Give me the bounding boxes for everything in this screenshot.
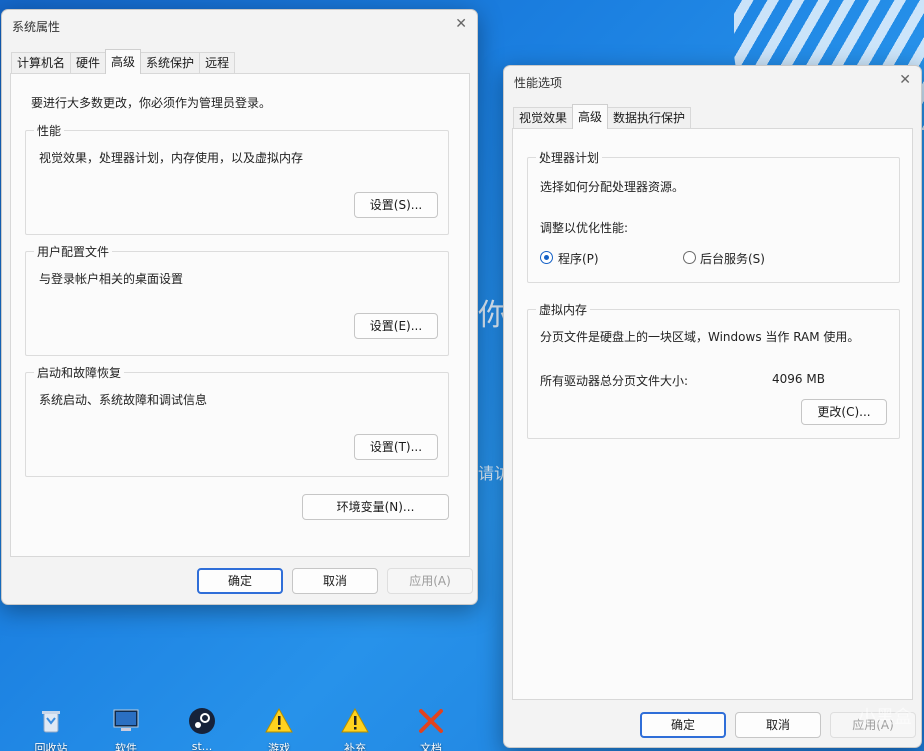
desktop-icon-recycle-bin[interactable]: 回收站 (21, 706, 81, 751)
performance-options-window: 性能选项 ✕ 视觉效果 高级 数据执行保护 处理器计划 选择如何分配处理器资源。… (503, 65, 922, 748)
desktop-icon-label: 回收站 (34, 742, 68, 751)
desktop-icon-label: 游戏 (268, 742, 290, 751)
user-profiles-group: 用户配置文件 与登录帐户相关的桌面设置 设置(E)... (25, 243, 449, 356)
startup-recovery-group: 启动和故障恢复 系统启动、系统故障和调试信息 设置(T)... (25, 364, 449, 477)
desktop-icon-label: st... (191, 740, 213, 751)
window-title: 性能选项 (514, 76, 563, 90)
title-bar: 性能选项 ✕ (504, 66, 921, 96)
total-paging-label: 所有驱动器总分页文件大小: (540, 374, 689, 388)
system-properties-window: 系统属性 ✕ 计算机名 硬件 高级 系统保护 远程 要进行大多数更改，你必须作为… (1, 9, 478, 605)
services-radio[interactable] (683, 251, 696, 264)
tab-hardware[interactable]: 硬件 (70, 52, 107, 74)
processor-desc: 选择如何分配处理器资源。 (540, 180, 685, 194)
desktop-icon-label: 文档 (420, 742, 442, 751)
virtual-memory-group: 虚拟内存 分页文件是硬盘上的一块区域，Windows 当作 RAM 使用。 所有… (527, 301, 900, 439)
tab-advanced[interactable]: 高级 (572, 104, 609, 129)
virtual-memory-title: 虚拟内存 (536, 301, 591, 318)
desktop-icon-docs[interactable]: 文档 (401, 706, 461, 751)
desktop-icon-label: 补充 (344, 742, 366, 751)
close-icon[interactable]: ✕ (899, 72, 911, 88)
tab-visual-effects[interactable]: 视觉效果 (513, 107, 574, 129)
performance-desc: 视觉效果，处理器计划，内存使用，以及虚拟内存 (39, 151, 304, 165)
software-icon (111, 706, 141, 736)
startup-recovery-settings-button[interactable]: 设置(T)... (354, 434, 438, 460)
recycle-bin-icon (36, 706, 66, 736)
tab-system-protection[interactable]: 系统保护 (140, 52, 201, 74)
processor-title: 处理器计划 (536, 149, 603, 166)
advanced-panel: 要进行大多数更改，你必须作为管理员登录。 性能 视觉效果，处理器计划，内存使用，… (10, 73, 470, 557)
tab-dep[interactable]: 数据执行保护 (607, 107, 692, 129)
programs-label[interactable]: 程序(P) (558, 250, 599, 267)
adjust-label: 调整以优化性能: (540, 221, 629, 235)
total-paging-value: 4096 MB (772, 372, 825, 386)
cancel-button[interactable]: 取消 (735, 712, 821, 738)
performance-title: 性能 (34, 122, 65, 139)
startup-recovery-desc: 系统启动、系统故障和调试信息 (39, 393, 208, 407)
tab-computer-name[interactable]: 计算机名 (11, 52, 72, 74)
steam-icon (187, 706, 217, 736)
change-button[interactable]: 更改(C)... (801, 399, 887, 425)
tab-remote[interactable]: 远程 (199, 52, 236, 74)
close-icon[interactable]: ✕ (455, 16, 467, 32)
apply-button[interactable]: 应用(A) (387, 568, 473, 594)
user-profiles-desc: 与登录帐户相关的桌面设置 (39, 272, 184, 286)
virtual-memory-desc: 分页文件是硬盘上的一块区域，Windows 当作 RAM 使用。 (540, 330, 860, 344)
window-title: 系统属性 (12, 20, 61, 34)
processor-group: 处理器计划 选择如何分配处理器资源。 调整以优化性能: 程序(P) 后台服务(S… (527, 149, 900, 283)
admin-note: 要进行大多数更改，你必须作为管理员登录。 (31, 96, 272, 110)
environment-variables-button[interactable]: 环境变量(N)... (302, 494, 449, 520)
user-profiles-title: 用户配置文件 (34, 243, 113, 260)
user-profiles-settings-button[interactable]: 设置(E)... (354, 313, 438, 339)
advanced-panel: 处理器计划 选择如何分配处理器资源。 调整以优化性能: 程序(P) 后台服务(S… (512, 128, 913, 700)
desktop-icon-steam[interactable]: st... (172, 706, 232, 751)
tab-advanced[interactable]: 高级 (105, 49, 142, 74)
ok-button[interactable]: 确定 (640, 712, 726, 738)
startup-recovery-title: 启动和故障恢复 (34, 364, 125, 381)
desktop-icon-software[interactable]: 软件 (96, 706, 156, 751)
warning-icon (340, 706, 370, 736)
tab-strip: 视觉效果 高级 数据执行保护 (513, 104, 692, 129)
close-x-icon (416, 706, 446, 736)
performance-group: 性能 视觉效果，处理器计划，内存使用，以及虚拟内存 设置(S)... (25, 122, 449, 235)
services-label[interactable]: 后台服务(S) (700, 250, 765, 267)
desktop-icon-label: 软件 (115, 742, 137, 751)
warning-icon (264, 706, 294, 736)
desktop-icon-games[interactable]: 游戏 (249, 706, 309, 751)
cancel-button[interactable]: 取消 (292, 568, 378, 594)
watermark: 小黑盒 (858, 707, 912, 728)
ok-button[interactable]: 确定 (197, 568, 283, 594)
title-bar: 系统属性 ✕ (2, 10, 477, 40)
desktop-icon-supplement[interactable]: 补充 (325, 706, 385, 751)
tab-strip: 计算机名 硬件 高级 系统保护 远程 (11, 49, 236, 74)
performance-settings-button[interactable]: 设置(S)... (354, 192, 438, 218)
programs-radio[interactable] (540, 251, 553, 264)
